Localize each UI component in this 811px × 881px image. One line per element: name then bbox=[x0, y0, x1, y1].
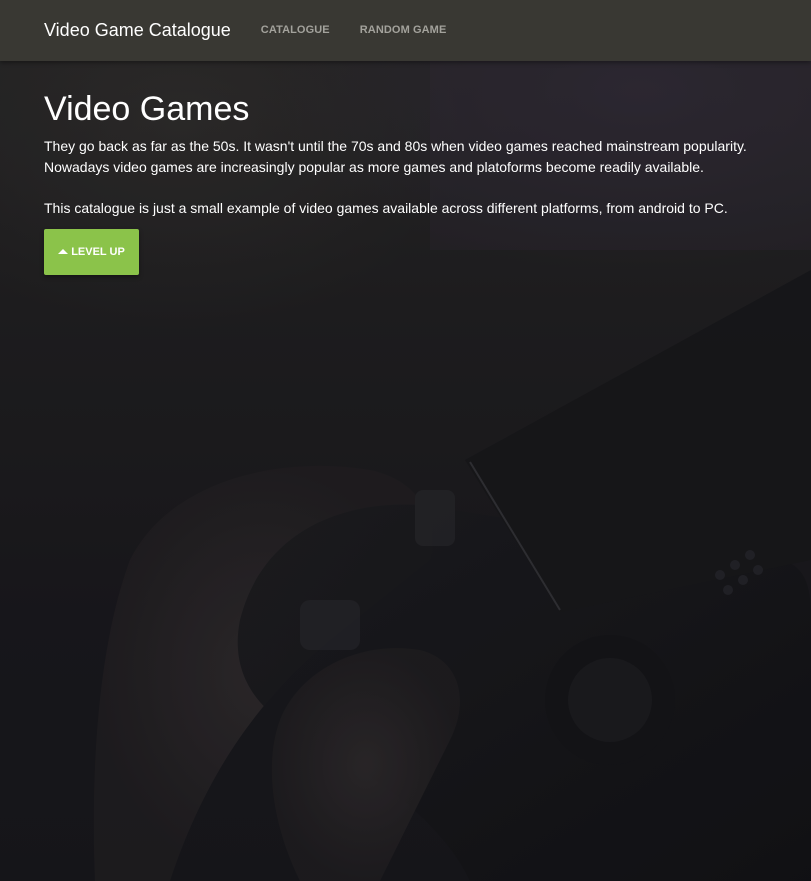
nav-links: CATALOGUE RANDOM GAME bbox=[261, 0, 477, 61]
nav-link-random-game[interactable]: RANDOM GAME bbox=[360, 0, 447, 61]
page: Video Game Catalogue CATALOGUE RANDOM GA… bbox=[0, 0, 811, 881]
hero-section: Video Games They go back as far as the 5… bbox=[44, 88, 784, 275]
level-up-label: LEVEL UP bbox=[71, 246, 125, 258]
intro-paragraph: They go back as far as the 50s. It wasn'… bbox=[44, 138, 747, 175]
arrow-up-icon bbox=[58, 248, 69, 254]
level-up-button[interactable]: LEVEL UP bbox=[44, 229, 139, 275]
navbar: Video Game Catalogue CATALOGUE RANDOM GA… bbox=[0, 0, 811, 61]
brand-link[interactable]: Video Game Catalogue bbox=[44, 0, 231, 61]
catalogue-description: This catalogue is just a small example o… bbox=[44, 200, 728, 216]
page-title: Video Games bbox=[44, 90, 250, 128]
nav-link-catalogue[interactable]: CATALOGUE bbox=[261, 0, 330, 61]
